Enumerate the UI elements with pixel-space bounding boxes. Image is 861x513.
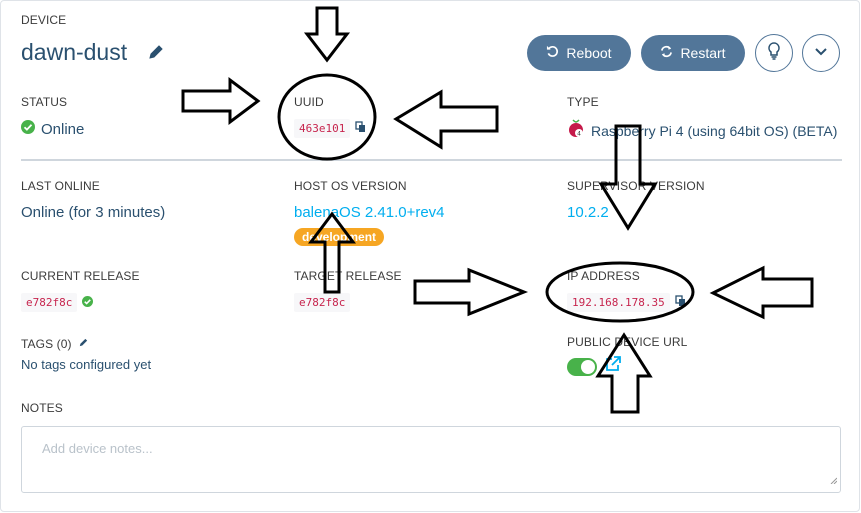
check-circle-icon	[82, 294, 94, 312]
edit-name-icon[interactable]	[147, 43, 165, 66]
lightbulb-button[interactable]	[755, 34, 793, 72]
host-os-label: HOST OS VERSION	[294, 179, 407, 193]
notes-label: NOTES	[21, 401, 63, 415]
edit-tags-icon[interactable]	[78, 335, 89, 353]
current-release-label: CURRENT RELEASE	[21, 269, 140, 283]
development-badge: development	[294, 228, 385, 246]
svg-text:4: 4	[577, 131, 581, 138]
public-url-label: PUBLIC DEVICE URL	[567, 335, 688, 349]
public-url-toggle[interactable]	[567, 357, 597, 376]
target-release-display: e782f8c	[294, 293, 351, 312]
ip-address-label: IP ADDRESS	[567, 269, 640, 283]
reboot-label: Reboot	[566, 45, 612, 61]
uuid-value: 463e101	[294, 119, 351, 138]
external-link-icon[interactable]	[605, 356, 621, 377]
last-online-label: LAST ONLINE	[21, 179, 100, 193]
ip-address-value: 192.168.178.35	[567, 293, 670, 312]
host-os-value[interactable]: balenaOS 2.41.0+rev4	[294, 204, 445, 221]
check-circle-icon	[21, 120, 35, 139]
last-online-value: Online (for 3 minutes)	[21, 204, 166, 221]
type-value: Raspberry Pi 4 (using 64bit OS) (BETA)	[591, 122, 838, 139]
restart-icon	[660, 45, 673, 61]
current-release-value[interactable]: e782f8c	[21, 293, 78, 312]
copy-icon[interactable]	[355, 120, 366, 138]
host-os-badge: development	[294, 228, 385, 246]
status-label: STATUS	[21, 95, 68, 109]
supervisor-value[interactable]: 10.2.2	[567, 204, 609, 221]
uuid-label: UUID	[294, 95, 324, 109]
copy-icon[interactable]	[675, 294, 686, 312]
ip-address-display: 192.168.178.35	[567, 293, 686, 312]
notes-textarea[interactable]	[22, 427, 840, 492]
current-release-display: e782f8c	[21, 293, 94, 312]
device-section-label: DEVICE	[21, 13, 67, 27]
status-value: Online	[41, 121, 85, 138]
status-display: Online	[21, 120, 84, 139]
supervisor-label: SUPERVISOR VERSION	[567, 179, 705, 193]
toggle-knob	[581, 359, 595, 374]
reboot-button[interactable]: Reboot	[527, 35, 631, 71]
type-label: TYPE	[567, 95, 599, 109]
restart-label: Restart	[680, 45, 726, 61]
uuid-display: 463e101	[294, 119, 366, 138]
tags-empty-text: No tags configured yet	[21, 357, 152, 372]
restart-button[interactable]: Restart	[641, 35, 745, 71]
section-divider	[21, 159, 842, 161]
raspberry-pi-icon: 4	[567, 118, 585, 143]
more-actions-button[interactable]	[802, 34, 840, 72]
tags-label: TAGS (0)	[21, 337, 72, 351]
target-release-value[interactable]: e782f8c	[294, 293, 351, 312]
resize-handle-icon[interactable]	[830, 471, 838, 489]
target-release-label: TARGET RELEASE	[294, 269, 402, 283]
tags-header: TAGS (0)	[21, 335, 89, 353]
type-display: 4 Raspberry Pi 4 (using 64bit OS) (BETA)	[567, 118, 837, 143]
public-url-controls	[567, 356, 621, 377]
notes-box	[21, 426, 841, 493]
chevron-down-icon	[814, 44, 828, 62]
device-summary-card: DEVICE dawn-dust Reboot Restart STATUS O…	[0, 0, 860, 512]
reboot-icon	[546, 45, 559, 61]
lightbulb-icon	[766, 41, 782, 65]
device-name: dawn-dust	[21, 39, 128, 65]
